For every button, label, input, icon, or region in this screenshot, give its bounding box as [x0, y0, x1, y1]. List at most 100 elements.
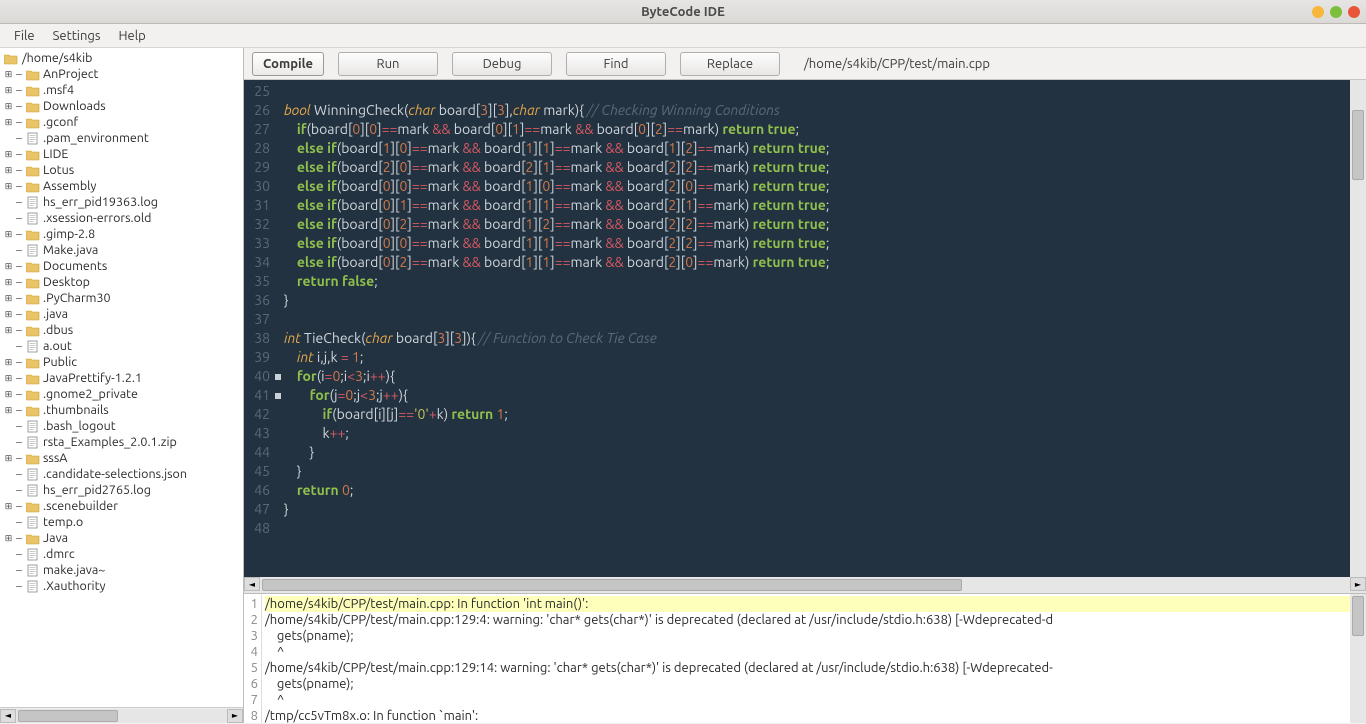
scroll-right-button[interactable]: ► [1350, 577, 1366, 591]
tree-item[interactable]: ⊞.gimp-2.8 [0, 226, 243, 242]
compile-button[interactable]: Compile [252, 52, 324, 76]
console-line[interactable]: ^ [265, 692, 1350, 708]
expander-icon[interactable]: ⊞ [4, 118, 13, 127]
code-line[interactable] [284, 310, 1350, 329]
expander-icon[interactable]: ⊞ [4, 262, 13, 271]
scroll-track[interactable] [260, 577, 1350, 593]
code-line[interactable]: else if(board[1][0]==mark && board[1][1]… [284, 139, 1350, 158]
code-line[interactable]: if(board[0][0]==mark && board[0][1]==mar… [284, 120, 1350, 139]
console-vscroll-thumb[interactable] [1352, 596, 1364, 636]
expander-icon[interactable]: ⊞ [4, 294, 13, 303]
expander-icon[interactable]: ⊞ [4, 390, 13, 399]
code-line[interactable]: else if(board[0][0]==mark && board[1][0]… [284, 177, 1350, 196]
code-line[interactable]: bool WinningCheck(char board[3][3],char … [284, 101, 1350, 120]
menu-help[interactable]: Help [111, 26, 154, 46]
scroll-right-button[interactable]: ► [227, 709, 243, 723]
tree-item[interactable]: ⊞JavaPrettify-1.2.1 [0, 370, 243, 386]
scroll-thumb[interactable] [18, 710, 118, 722]
expander-icon[interactable]: ⊞ [4, 70, 13, 79]
code-line[interactable] [284, 519, 1350, 538]
expander-icon[interactable]: ⊞ [4, 406, 13, 415]
expander-icon[interactable]: ⊞ [4, 86, 13, 95]
tree-item[interactable]: ⊞Downloads [0, 98, 243, 114]
tree-item[interactable]: a.out [0, 338, 243, 354]
expander-icon[interactable]: ⊞ [4, 502, 13, 511]
tree-item[interactable]: ⊞Documents [0, 258, 243, 274]
tree-item[interactable]: ⊞.PyCharm30 [0, 290, 243, 306]
console-line[interactable]: /home/s4kib/CPP/test/main.cpp:129:4: war… [265, 612, 1350, 628]
editor-vscroll-thumb[interactable] [1352, 110, 1364, 180]
expander-icon[interactable]: ⊞ [4, 326, 13, 335]
expander-icon[interactable]: ⊞ [4, 102, 13, 111]
scroll-left-button[interactable]: ◄ [0, 709, 16, 723]
tree-item[interactable]: .candidate-selections.json [0, 466, 243, 482]
tree-item[interactable]: ⊞Assembly [0, 178, 243, 194]
tree-item[interactable]: make.java~ [0, 562, 243, 578]
code-line[interactable]: return 0; [284, 481, 1350, 500]
expander-icon[interactable]: ⊞ [4, 278, 13, 287]
maximize-button[interactable] [1330, 6, 1342, 18]
tree-item[interactable]: temp.o [0, 514, 243, 530]
code-line[interactable]: } [284, 291, 1350, 310]
tree-item[interactable]: ⊞.scenebuilder [0, 498, 243, 514]
tree-item[interactable]: ⊞AnProject [0, 66, 243, 82]
code-line[interactable]: } [284, 462, 1350, 481]
minimize-button[interactable] [1312, 6, 1324, 18]
expander-icon[interactable]: ⊞ [4, 374, 13, 383]
tree-item[interactable]: ⊞.java [0, 306, 243, 322]
run-button[interactable]: Run [338, 52, 438, 76]
code-line[interactable]: else if(board[0][2]==mark && board[1][2]… [284, 215, 1350, 234]
console-line[interactable]: /home/s4kib/CPP/test/main.cpp:129:14: wa… [265, 660, 1350, 676]
fold-column[interactable] [274, 80, 282, 577]
expander-icon[interactable]: ⊞ [4, 230, 13, 239]
console-line[interactable]: ^ [265, 644, 1350, 660]
code-line[interactable]: return false; [284, 272, 1350, 291]
tree-item[interactable]: Make.java [0, 242, 243, 258]
code-line[interactable]: else if(board[2][0]==mark && board[2][1]… [284, 158, 1350, 177]
debug-button[interactable]: Debug [452, 52, 552, 76]
console-vscrollbar[interactable] [1350, 594, 1366, 723]
code-line[interactable]: else if(board[0][2]==mark && board[1][1]… [284, 253, 1350, 272]
code-line[interactable]: } [284, 500, 1350, 519]
code-line[interactable]: if(board[i][j]=='0'+k) return 1; [284, 405, 1350, 424]
code-line[interactable]: for(i=0;i<3;i++){ [284, 367, 1350, 386]
editor-code[interactable]: bool WinningCheck(char board[3][3],char … [282, 80, 1350, 577]
code-line[interactable]: int i,j,k = 1; [284, 348, 1350, 367]
tree-item[interactable]: rsta_Examples_2.0.1.zip [0, 434, 243, 450]
fold-marker-icon[interactable] [275, 374, 281, 380]
tree-item[interactable]: .pam_environment [0, 130, 243, 146]
tree-item[interactable]: hs_err_pid19363.log [0, 194, 243, 210]
code-line[interactable]: else if(board[0][0]==mark && board[1][1]… [284, 234, 1350, 253]
code-line[interactable]: k++; [284, 424, 1350, 443]
sidebar-hscrollbar[interactable]: ◄ ► [0, 707, 243, 723]
editor-vscrollbar[interactable] [1350, 80, 1366, 577]
tree-item[interactable]: .xsession-errors.old [0, 210, 243, 226]
expander-icon[interactable]: ⊞ [4, 534, 13, 543]
replace-button[interactable]: Replace [680, 52, 780, 76]
close-button[interactable] [1348, 6, 1360, 18]
tree-root[interactable]: /home/s4kib [0, 50, 243, 66]
fold-marker-icon[interactable] [275, 393, 281, 399]
tree-item[interactable]: hs_err_pid2765.log [0, 482, 243, 498]
console-line[interactable]: gets(pname); [265, 628, 1350, 644]
tree-item[interactable]: ⊞Java [0, 530, 243, 546]
code-editor[interactable]: 2526272829303132333435363738394041424344… [244, 80, 1366, 577]
tree-item[interactable]: ⊞.gnome2_private [0, 386, 243, 402]
code-line[interactable] [284, 82, 1350, 101]
console-line[interactable]: /home/s4kib/CPP/test/main.cpp: In functi… [265, 596, 1350, 612]
scroll-track[interactable] [16, 709, 227, 723]
tree-item[interactable]: ⊞LIDE [0, 146, 243, 162]
tree-item[interactable]: ⊞.gconf [0, 114, 243, 130]
tree-item[interactable]: .dmrc [0, 546, 243, 562]
expander-icon[interactable]: ⊞ [4, 454, 13, 463]
code-line[interactable]: else if(board[0][1]==mark && board[1][1]… [284, 196, 1350, 215]
tree-item[interactable]: ⊞sssA [0, 450, 243, 466]
code-line[interactable]: } [284, 443, 1350, 462]
tree-item[interactable]: ⊞Desktop [0, 274, 243, 290]
tree-item[interactable]: .Xauthority [0, 578, 243, 594]
menu-file[interactable]: File [6, 26, 43, 46]
code-line[interactable]: for(j=0;j<3;j++){ [284, 386, 1350, 405]
console-output[interactable]: /home/s4kib/CPP/test/main.cpp: In functi… [262, 594, 1350, 723]
tree-item[interactable]: .bash_logout [0, 418, 243, 434]
expander-icon[interactable]: ⊞ [4, 182, 13, 191]
